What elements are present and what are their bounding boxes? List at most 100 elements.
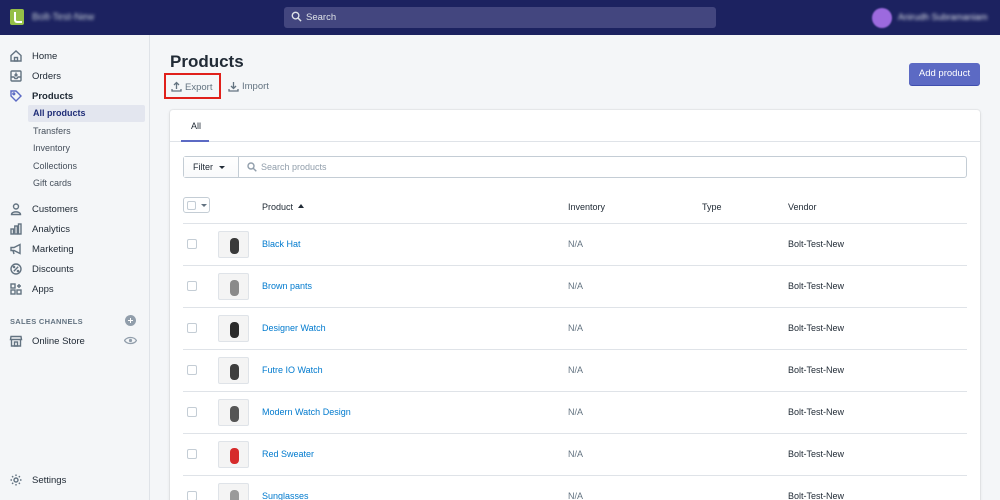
export-icon [171,81,182,92]
discount-icon [10,263,22,275]
table-row[interactable]: Sunglasses N/A Bolt-Test-New [183,476,967,500]
product-image [230,406,239,422]
store-name[interactable]: Bolt-Test-New [32,12,94,23]
sidebar-item-label: Products [32,91,74,102]
sidebar-item-discounts[interactable]: Discounts [0,261,150,279]
product-name-link[interactable]: Brown pants [262,281,312,291]
sidebar-subitem-inventory[interactable]: Inventory [28,140,145,157]
filter-button[interactable]: Filter [184,157,239,177]
sidebar-item-label: Apps [32,284,54,295]
product-thumbnail[interactable] [218,483,249,500]
search-icon [291,11,302,22]
inventory-value: N/A [568,449,584,459]
sidebar-item-marketing[interactable]: Marketing [0,241,150,259]
avatar[interactable] [872,8,892,28]
sidebar-subitem-gift-cards[interactable]: Gift cards [28,175,145,192]
product-image [230,322,239,338]
product-name-link[interactable]: Modern Watch Design [262,407,351,417]
sidebar-item-products[interactable]: Products [0,88,150,106]
sidebar-subitem-all-products[interactable]: All products [28,105,145,122]
search-placeholder: Search [306,12,337,23]
sidebar-subitem-label: Transfers [33,126,71,136]
tab-label: All [191,121,202,131]
column-header-product[interactable]: Product [262,202,293,212]
sidebar-item-customers[interactable]: Customers [0,201,150,219]
product-thumbnail[interactable] [218,315,249,342]
inventory-value: N/A [568,323,584,333]
sidebar-item-orders[interactable]: Orders [0,68,150,86]
sidebar-subitem-collections[interactable]: Collections [28,158,145,175]
row-checkbox[interactable] [187,239,197,249]
vendor-value: Bolt-Test-New [788,323,845,333]
vendor-value: Bolt-Test-New [788,491,845,500]
sort-ascending-icon[interactable] [298,204,304,208]
shopify-logo-icon[interactable] [10,9,24,25]
sidebar-item-label: Customers [32,204,78,215]
page-title: Products [170,52,244,71]
sidebar-item-apps[interactable]: Apps [0,281,150,299]
apps-icon [10,283,22,295]
global-search-input[interactable]: Search [284,7,716,28]
sidebar-item-label: Home [32,51,58,62]
product-thumbnail[interactable] [218,231,249,258]
import-button[interactable]: Import [224,73,276,99]
search-products-input[interactable]: Search products [240,157,967,177]
product-name-link[interactable]: Designer Watch [262,323,326,333]
sidebar-item-home[interactable]: Home [0,48,150,66]
column-header-type: Type [702,202,722,212]
checkbox [187,201,196,210]
product-thumbnail[interactable] [218,441,249,468]
sidebar-item-analytics[interactable]: Analytics [0,221,150,239]
export-label: Export [185,82,213,93]
product-name-link[interactable]: Futre IO Watch [262,365,323,375]
product-image [230,448,239,464]
sidebar-item-settings[interactable]: Settings [0,472,150,490]
table-row[interactable]: Black Hat N/A Bolt-Test-New [183,224,967,266]
select-all-checkbox[interactable] [183,197,210,213]
products-card: All Filter Search products Product Inven… [170,110,980,500]
row-checkbox[interactable] [187,491,197,500]
search-icon [247,162,257,172]
inventory-value: N/A [568,407,584,417]
person-icon [10,203,22,216]
gear-icon [10,474,22,486]
sidebar-item-label: Analytics [32,224,71,235]
product-thumbnail[interactable] [218,399,249,426]
table-row[interactable]: Modern Watch Design N/A Bolt-Test-New [183,392,967,434]
product-thumbnail[interactable] [218,357,249,384]
table-row[interactable]: Brown pants N/A Bolt-Test-New [183,266,967,308]
vendor-value: Bolt-Test-New [788,365,845,375]
row-checkbox[interactable] [187,449,197,459]
table-row[interactable]: Red Sweater N/A Bolt-Test-New [183,434,967,476]
filter-bar: Filter Search products [183,156,967,178]
inventory-value: N/A [568,239,584,249]
sidebar-subitem-label: Collections [33,161,78,171]
table-row[interactable]: Designer Watch N/A Bolt-Test-New [183,308,967,350]
add-product-button[interactable]: Add product [909,63,980,85]
eye-icon[interactable] [124,336,137,345]
product-name-link[interactable]: Red Sweater [262,449,314,459]
product-image [230,238,239,254]
row-checkbox[interactable] [187,407,197,417]
orders-icon [10,70,22,82]
tab-all[interactable]: All [181,110,209,142]
row-checkbox[interactable] [187,281,197,291]
product-name-link[interactable]: Black Hat [262,239,301,249]
user-name[interactable]: Anirudh Subramaniam [898,12,988,22]
product-name-link[interactable]: Sunglasses [262,491,309,500]
import-icon [228,82,239,92]
inventory-value: N/A [568,491,584,500]
vendor-value: Bolt-Test-New [788,449,845,459]
sidebar-item-label: Online Store [32,336,85,347]
add-sales-channel-icon[interactable] [125,315,136,326]
sidebar: Home Orders Products All products Transf… [0,35,150,500]
column-header-inventory: Inventory [568,202,606,212]
row-checkbox[interactable] [187,365,197,375]
table-row[interactable]: Futre IO Watch N/A Bolt-Test-New [183,350,967,392]
export-button[interactable]: Export [164,73,221,99]
top-bar: Bolt-Test-New Search Anirudh Subramaniam [0,0,1000,35]
product-thumbnail[interactable] [218,273,249,300]
sidebar-subitem-transfers[interactable]: Transfers [28,123,145,140]
row-checkbox[interactable] [187,323,197,333]
tag-icon [10,90,22,102]
